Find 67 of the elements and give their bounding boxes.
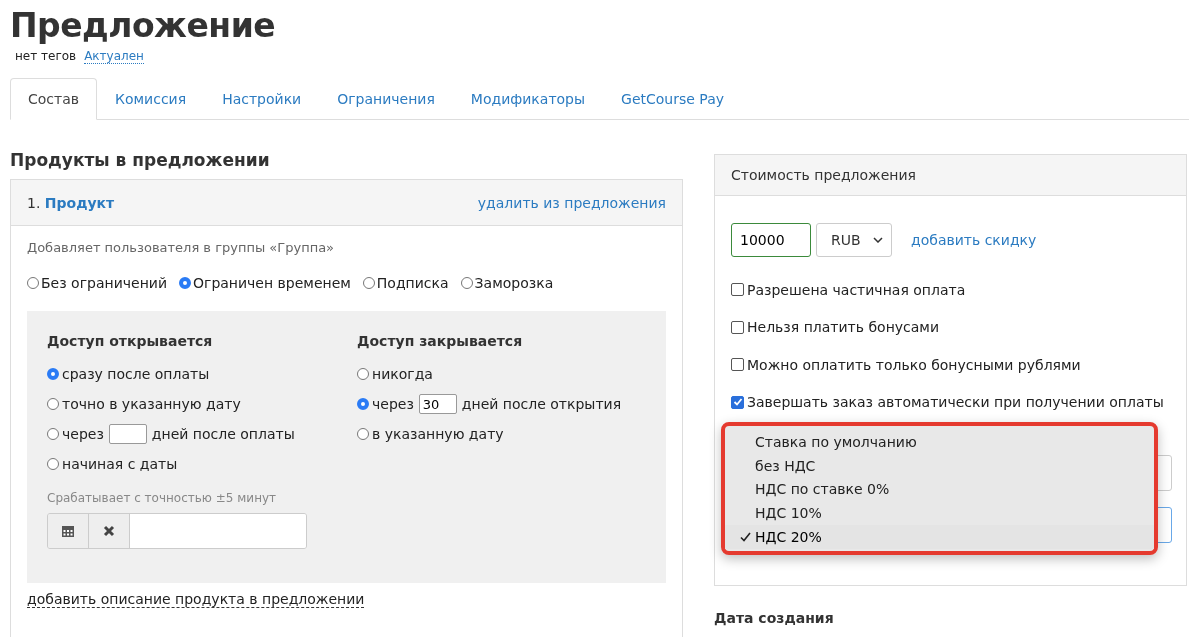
radio-button[interactable]	[357, 428, 369, 440]
calendar-icon	[61, 524, 75, 538]
checkbox-option[interactable]: Завершать заказ автоматически при получении оплаты	[731, 383, 1170, 421]
menu-item[interactable]: НДС по ставке 0%	[725, 477, 1154, 502]
section-heading: Продукты в предложении	[10, 150, 271, 170]
group-heading: Доступ закрывается	[357, 333, 524, 349]
radio-button[interactable]	[47, 458, 59, 470]
page-title: Предложение	[10, 5, 277, 45]
option-label: через	[372, 396, 414, 412]
checkbox-option[interactable]: Нельзя платить бонусами	[731, 308, 1170, 346]
date-picker-field[interactable]	[47, 513, 307, 549]
tags-label: нет тегов	[15, 49, 77, 64]
checkbox[interactable]	[731, 283, 744, 297]
tab[interactable]: Комиссия	[97, 78, 205, 120]
radio-button[interactable]	[357, 368, 369, 380]
option-label: точно в указанную дату	[62, 396, 241, 412]
radio-button[interactable]	[27, 277, 39, 289]
add-discount-link[interactable]: добавить скидку	[911, 232, 1037, 248]
tab[interactable]: Ограничения	[319, 78, 453, 120]
close-icon	[103, 525, 115, 537]
option-label: через	[62, 426, 104, 442]
currency-select[interactable]: RUB	[816, 223, 892, 257]
checkbox[interactable]	[731, 320, 744, 334]
option-label: дней после оплаты	[151, 426, 295, 442]
option-label: дней после открытия	[461, 396, 622, 412]
radio-button[interactable]	[357, 398, 369, 410]
option-label: сразу после оплаты	[62, 366, 210, 382]
checkbox-option[interactable]: Разрешена частичная оплата	[731, 271, 1170, 309]
tab[interactable]: Модификаторы	[452, 78, 604, 120]
access-type-option[interactable]: Без ограничений	[27, 275, 167, 291]
section-heading: Дата создания	[714, 610, 835, 626]
checkbox[interactable]	[731, 395, 744, 409]
group-heading: Доступ открывается	[47, 333, 214, 349]
tab[interactable]: Состав	[10, 78, 98, 120]
radio-button[interactable]	[362, 277, 375, 289]
tab[interactable]: Настройки	[204, 78, 320, 120]
check-icon	[740, 532, 751, 543]
option-label: в указанную дату	[372, 426, 504, 442]
calendar-button[interactable]	[48, 514, 89, 548]
menu-item[interactable]: Ставка по умолчанию	[725, 430, 1154, 454]
option-label: начиная с даты	[62, 456, 178, 472]
remove-link[interactable]: удалить из предложения	[477, 194, 666, 211]
radio-button[interactable]	[47, 368, 59, 380]
radio-button[interactable]	[47, 428, 59, 440]
days-field[interactable]: 30	[418, 394, 457, 414]
product-title: 1. Продукт	[27, 194, 115, 211]
product-description: Добавляет пользователя в группы «Группа»	[27, 240, 336, 255]
days-field[interactable]	[108, 424, 147, 444]
access-type-option[interactable]: Заморозка	[460, 275, 554, 291]
menu-item[interactable]: НДС 20%	[725, 525, 1154, 549]
add-description-link[interactable]: добавить описание продукта в предложении	[27, 591, 365, 608]
radio-button[interactable]	[47, 398, 59, 410]
checkbox[interactable]	[731, 358, 744, 372]
radio-button[interactable]	[460, 277, 473, 289]
radio-button[interactable]	[179, 277, 191, 289]
panel-title: Стоимость предложения	[731, 167, 917, 183]
caret-icon	[873, 237, 883, 243]
menu-item[interactable]: НДС 10%	[725, 501, 1154, 526]
access-type-option[interactable]: Ограничен временем	[179, 275, 351, 291]
tab[interactable]: GetCourse Pay	[603, 78, 742, 120]
checkbox-option[interactable]: Можно оплатить только бонусными рублями	[731, 346, 1170, 384]
hint-text: Срабатывает с точностью ±5 минут	[47, 491, 278, 505]
menu-item[interactable]: без НДС	[725, 453, 1154, 478]
status-link[interactable]: Актуален	[84, 49, 144, 64]
price-field[interactable]: 10000	[731, 223, 811, 257]
option-label: никогда	[372, 366, 433, 382]
access-type-option[interactable]: Подписка	[362, 275, 449, 291]
